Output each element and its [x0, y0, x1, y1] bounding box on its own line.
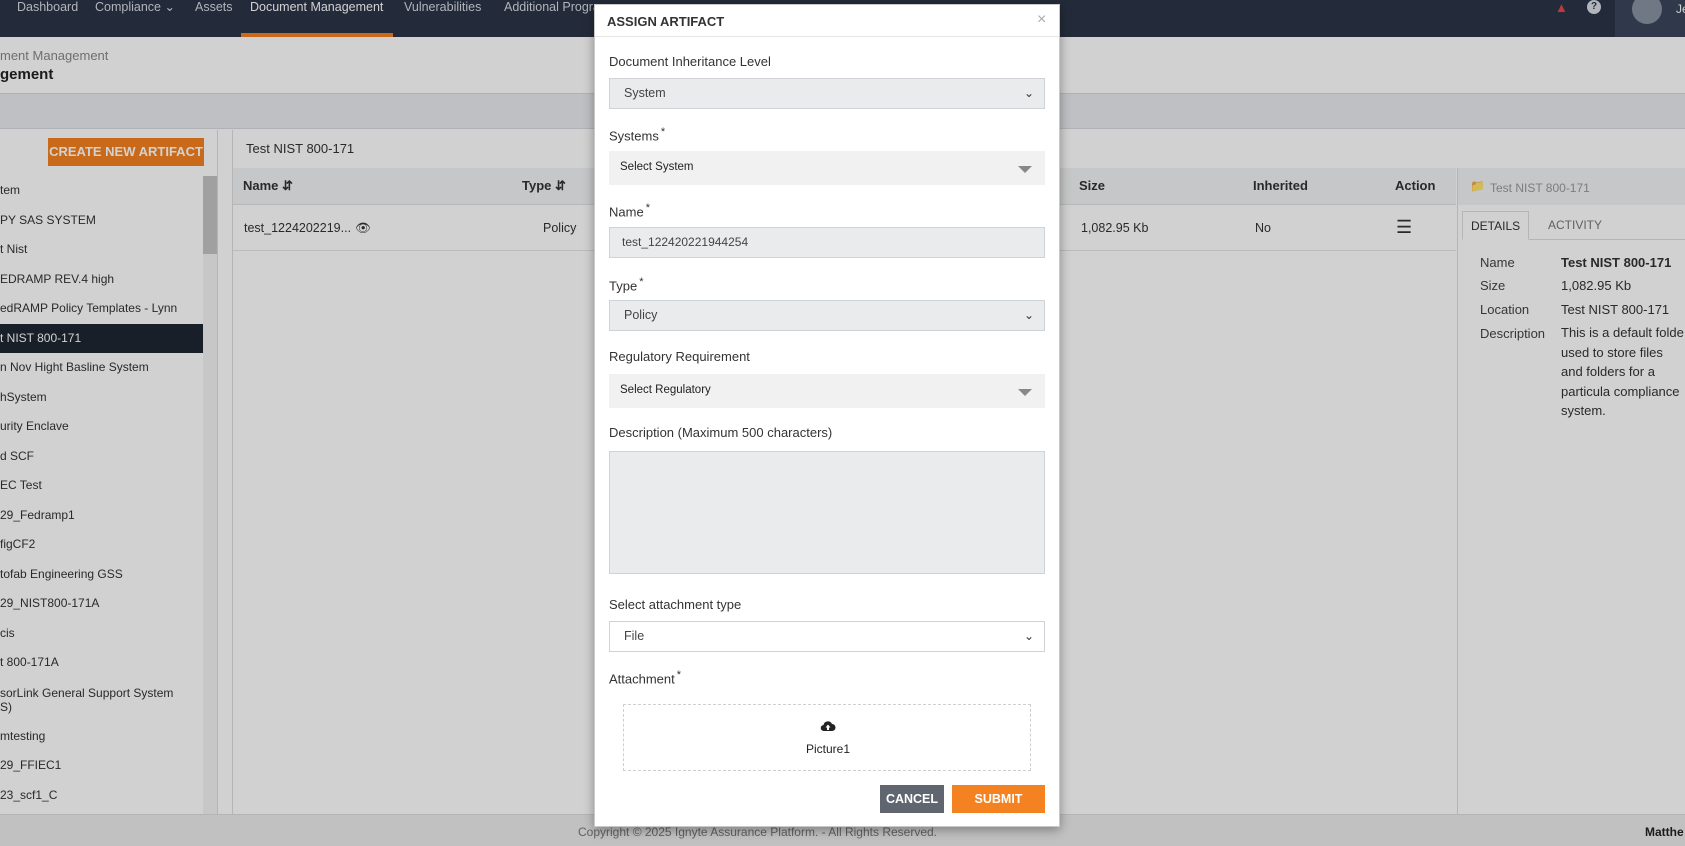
regulatory-select[interactable]: Select Regulatory: [609, 374, 1045, 408]
caret-down-icon: [1018, 389, 1032, 396]
attachment-label: Attachment *: [609, 669, 681, 686]
chevron-down-icon: ⌄: [1023, 86, 1034, 100]
type-label: Type *: [609, 276, 643, 293]
required-mark: *: [645, 202, 650, 214]
cloud-upload-icon: [820, 721, 836, 732]
regulatory-placeholder: Select Regulatory: [620, 384, 711, 396]
modal-header: ASSIGN ARTIFACT ×: [595, 5, 1059, 37]
assign-artifact-modal: ASSIGN ARTIFACT × Document Inheritance L…: [594, 4, 1060, 827]
name-label-text: Name: [609, 204, 644, 220]
chevron-down-icon: ⌄: [1023, 308, 1034, 322]
required-mark: *: [639, 276, 644, 288]
close-icon[interactable]: ×: [1037, 11, 1046, 29]
regulatory-label: Regulatory Requirement: [609, 349, 750, 364]
required-mark: *: [676, 669, 682, 681]
description-textarea[interactable]: [609, 451, 1045, 574]
attachment-type-label: Select attachment type: [609, 597, 742, 612]
systems-label-text: Systems: [609, 128, 659, 144]
attachment-label-text: Attachment: [609, 671, 675, 687]
attachment-type-value: File: [624, 629, 645, 643]
chevron-down-icon: ⌄: [1023, 629, 1034, 643]
name-label: Name *: [609, 202, 650, 219]
inheritance-level-select[interactable]: System ⌄: [609, 78, 1045, 109]
attachment-type-select[interactable]: File ⌄: [609, 621, 1045, 652]
description-label: Description (Maximum 500 characters): [609, 425, 833, 440]
cancel-button[interactable]: CANCEL: [880, 785, 944, 813]
type-select[interactable]: Policy ⌄: [609, 300, 1045, 331]
systems-select[interactable]: Select System: [609, 151, 1045, 185]
inheritance-level-label: Document Inheritance Level: [609, 54, 771, 69]
inheritance-level-value: System: [624, 86, 666, 100]
systems-label: Systems *: [609, 126, 665, 143]
submit-button[interactable]: SUBMIT: [952, 785, 1045, 813]
type-value: Policy: [624, 308, 658, 322]
type-label-text: Type: [609, 278, 638, 294]
name-input[interactable]: test_122420221944254: [609, 227, 1045, 258]
attachment-dropzone[interactable]: Picture1: [623, 704, 1031, 771]
systems-placeholder: Select System: [620, 161, 694, 173]
caret-down-icon: [1018, 166, 1032, 173]
required-mark: *: [660, 126, 666, 138]
attachment-file-name: Picture1: [805, 742, 851, 756]
modal-title: ASSIGN ARTIFACT: [607, 14, 725, 29]
